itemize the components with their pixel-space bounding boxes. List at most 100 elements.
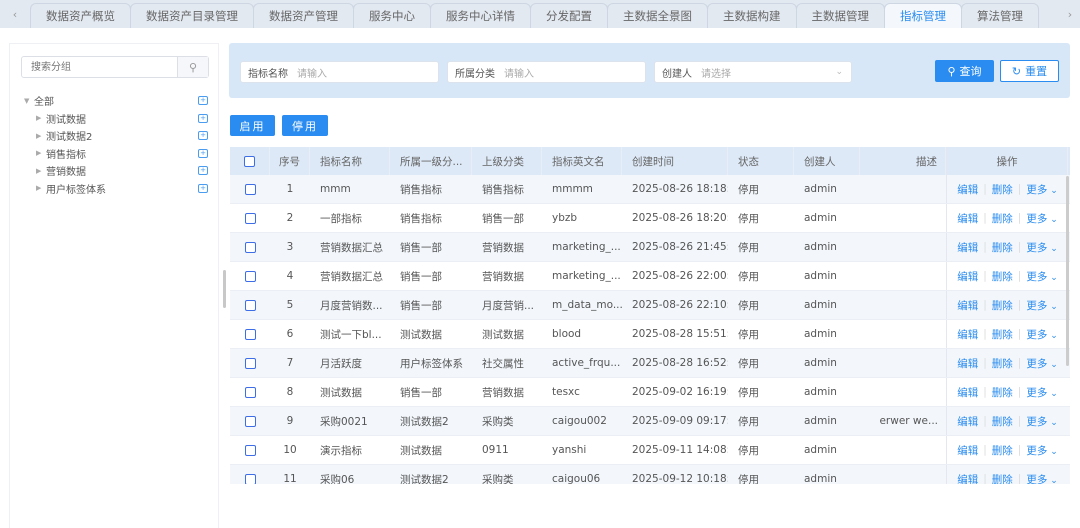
more-dropdown[interactable]: 更多 ⌄ xyxy=(1026,182,1057,197)
edit-link[interactable]: 编辑 xyxy=(957,385,978,400)
chevron-down-icon: ⌄ xyxy=(835,67,843,77)
tab-scroll-left-icon[interactable]: ‹ xyxy=(0,0,30,28)
tab-4[interactable]: 服务中心详情 xyxy=(430,3,531,28)
add-icon[interactable]: + xyxy=(198,113,208,123)
add-icon[interactable]: + xyxy=(198,131,208,141)
delete-link[interactable]: 删除 xyxy=(992,385,1013,400)
table-cell: 测试一下bl... xyxy=(320,328,382,341)
row-checkbox[interactable] xyxy=(244,299,256,311)
group-search-input[interactable] xyxy=(22,57,177,77)
add-icon[interactable]: + xyxy=(198,166,208,176)
category-field[interactable]: 所属分类 请输入 xyxy=(447,61,646,83)
table-cell: 销售一部 xyxy=(400,299,442,312)
tab-0[interactable]: 数据资产概览 xyxy=(30,3,131,28)
delete-link[interactable]: 删除 xyxy=(992,298,1013,313)
delete-link[interactable]: 删除 xyxy=(992,211,1013,226)
tab-8[interactable]: 主数据管理 xyxy=(795,3,885,28)
row-checkbox[interactable] xyxy=(244,183,256,195)
tab-3[interactable]: 服务中心 xyxy=(353,3,431,28)
disable-button[interactable]: 停用 xyxy=(282,115,328,136)
query-button[interactable]: ⚲ 查询 xyxy=(935,60,994,82)
delete-link[interactable]: 删除 xyxy=(992,240,1013,255)
edit-link[interactable]: 编辑 xyxy=(957,327,978,342)
more-dropdown[interactable]: 更多 ⌄ xyxy=(1026,414,1057,429)
edit-link[interactable]: 编辑 xyxy=(957,443,978,458)
tab-9[interactable]: 指标管理 xyxy=(884,3,962,28)
tree-node[interactable]: ▶ 营销数据 + xyxy=(24,162,208,180)
tree-node[interactable]: ▶ 销售指标 + xyxy=(24,145,208,163)
edit-link[interactable]: 编辑 xyxy=(957,414,978,429)
tree-node[interactable]: ▶ 测试数据2 + xyxy=(24,127,208,145)
caret-down-icon[interactable]: ▼ xyxy=(24,97,34,105)
tab-5[interactable]: 分发配置 xyxy=(530,3,608,28)
row-checkbox[interactable] xyxy=(244,357,256,369)
reset-button[interactable]: ↻ 重置 xyxy=(1000,60,1059,82)
row-checkbox[interactable] xyxy=(244,270,256,282)
edit-link[interactable]: 编辑 xyxy=(957,298,978,313)
delete-link[interactable]: 删除 xyxy=(992,414,1013,429)
more-dropdown[interactable]: 更多 ⌄ xyxy=(1026,269,1057,284)
row-checkbox[interactable] xyxy=(244,386,256,398)
delete-link[interactable]: 删除 xyxy=(992,356,1013,371)
more-label: 更多 xyxy=(1026,270,1048,283)
tab-10[interactable]: 算法管理 xyxy=(961,3,1039,28)
caret-right-icon[interactable]: ▶ xyxy=(36,114,46,122)
delete-link[interactable]: 删除 xyxy=(992,472,1013,485)
column-header: 创建人 xyxy=(794,147,860,175)
more-dropdown[interactable]: 更多 ⌄ xyxy=(1026,327,1057,342)
row-checkbox[interactable] xyxy=(244,473,256,484)
tree-node[interactable]: ▶ 测试数据 + xyxy=(24,110,208,128)
edit-link[interactable]: 编辑 xyxy=(957,211,978,226)
search-icon: ⚲ xyxy=(947,64,956,78)
field-label: 指标名称 xyxy=(248,68,288,80)
tab-2[interactable]: 数据资产管理 xyxy=(253,3,354,28)
delete-link[interactable]: 删除 xyxy=(992,327,1013,342)
delete-link[interactable]: 删除 xyxy=(992,443,1013,458)
tab-scroll-right-icon[interactable]: › xyxy=(1060,0,1080,28)
table-cell: 营销数据汇总 xyxy=(320,270,383,283)
tab-7[interactable]: 主数据构建 xyxy=(707,3,797,28)
more-dropdown[interactable]: 更多 ⌄ xyxy=(1026,385,1057,400)
caret-right-icon[interactable]: ▶ xyxy=(36,184,46,192)
more-dropdown[interactable]: 更多 ⌄ xyxy=(1026,211,1057,226)
indicator-name-field[interactable]: 指标名称 请输入 xyxy=(240,61,439,83)
enable-button[interactable]: 启用 xyxy=(230,115,275,136)
table-scrollbar[interactable] xyxy=(1066,176,1069,366)
search-icon[interactable]: ⚲ xyxy=(177,57,208,77)
add-icon[interactable]: + xyxy=(198,148,208,158)
table-cell: 2025-08-26 18:20:07 xyxy=(632,212,728,224)
row-checkbox[interactable] xyxy=(244,415,256,427)
tab-6[interactable]: 主数据全景图 xyxy=(607,3,708,28)
panel-resize-handle[interactable] xyxy=(223,270,226,308)
select-all-checkbox[interactable] xyxy=(244,155,255,167)
edit-link[interactable]: 编辑 xyxy=(957,356,978,371)
divider: | xyxy=(1017,357,1022,369)
creator-select[interactable]: 创建人 请选择 ⌄ xyxy=(654,61,852,83)
row-checkbox[interactable] xyxy=(244,241,256,253)
edit-link[interactable]: 编辑 xyxy=(957,269,978,284)
tree-node-root[interactable]: ▼ 全部 + xyxy=(24,92,208,110)
edit-link[interactable]: 编辑 xyxy=(957,182,978,197)
caret-right-icon[interactable]: ▶ xyxy=(36,149,46,157)
row-checkbox[interactable] xyxy=(244,212,256,224)
delete-link[interactable]: 删除 xyxy=(992,182,1013,197)
add-icon[interactable]: + xyxy=(198,183,208,193)
more-label: 更多 xyxy=(1026,357,1048,370)
more-dropdown[interactable]: 更多 ⌄ xyxy=(1026,356,1057,371)
tab-1[interactable]: 数据资产目录管理 xyxy=(130,3,254,28)
table-cell: 8 xyxy=(286,386,294,398)
add-icon[interactable]: + xyxy=(198,96,208,106)
more-dropdown[interactable]: 更多 ⌄ xyxy=(1026,240,1057,255)
more-dropdown[interactable]: 更多 ⌄ xyxy=(1026,443,1057,458)
row-checkbox[interactable] xyxy=(244,328,256,340)
edit-link[interactable]: 编辑 xyxy=(957,240,978,255)
more-dropdown[interactable]: 更多 ⌄ xyxy=(1026,298,1057,313)
edit-link[interactable]: 编辑 xyxy=(957,472,978,485)
delete-link[interactable]: 删除 xyxy=(992,269,1013,284)
chevron-down-icon: ⌄ xyxy=(1047,475,1058,485)
caret-right-icon[interactable]: ▶ xyxy=(36,167,46,175)
more-dropdown[interactable]: 更多 ⌄ xyxy=(1026,472,1057,485)
row-checkbox[interactable] xyxy=(244,444,256,456)
caret-right-icon[interactable]: ▶ xyxy=(36,132,46,140)
tree-node[interactable]: ▶ 用户标签体系 + xyxy=(24,180,208,198)
